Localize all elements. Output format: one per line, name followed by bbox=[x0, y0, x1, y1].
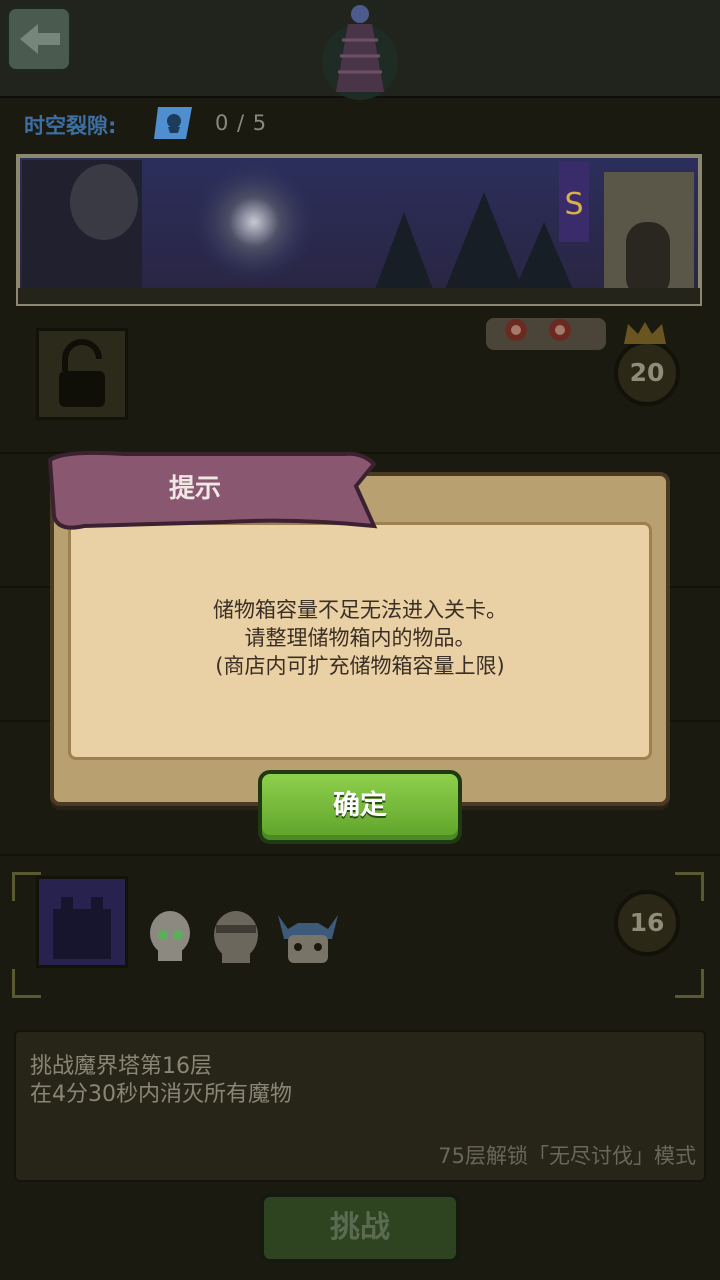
demon-tower-icon bbox=[322, 5, 398, 100]
rift-label: 时空裂隙: bbox=[24, 114, 117, 138]
dialog-message: 储物箱容量不足无法进入关卡。 请整理储物箱内的物品。 (商店内可扩充储物箱容量上… bbox=[68, 596, 652, 680]
level-row[interactable]: 20 bbox=[0, 318, 720, 454]
stage-banner: S bbox=[16, 154, 702, 306]
rift-scroll-icon bbox=[154, 107, 192, 139]
selection-corner bbox=[675, 872, 704, 901]
unlock-note: 75层解锁「无尽讨伐」模式 bbox=[438, 1144, 696, 1168]
selection-corner bbox=[675, 969, 704, 998]
challenge-objective: 在4分30秒内消灭所有魔物 bbox=[30, 1082, 292, 1107]
back-button[interactable] bbox=[6, 6, 72, 72]
target-icon bbox=[486, 318, 606, 350]
horned-orc-icon bbox=[278, 915, 338, 963]
level-row-selected[interactable]: 16 bbox=[0, 856, 720, 1002]
level-thumbnail bbox=[36, 876, 128, 968]
challenge-button[interactable]: 挑战 bbox=[260, 1193, 460, 1263]
skull-icon bbox=[150, 911, 190, 961]
level-badge: 16 bbox=[614, 890, 680, 956]
lock-icon bbox=[59, 339, 105, 407]
monster-icons bbox=[150, 911, 338, 963]
dialog-message-line: 请整理储物箱内的物品。 bbox=[244, 626, 476, 650]
castle-icon bbox=[53, 897, 111, 959]
selection-corner bbox=[12, 969, 41, 998]
arrow-left-icon bbox=[20, 24, 60, 54]
svg-text:S: S bbox=[564, 187, 583, 222]
dialog-message-line: 储物箱容量不足无法进入关卡。 bbox=[213, 598, 507, 622]
armored-skull-icon bbox=[214, 911, 258, 963]
confirm-button[interactable]: 确定 bbox=[258, 770, 462, 844]
level-thumbnail bbox=[36, 328, 128, 420]
level-badge: 20 bbox=[614, 340, 680, 406]
dialog-message-line: (商店内可扩充储物箱容量上限) bbox=[215, 654, 505, 678]
rift-count: 0 / 5 bbox=[215, 111, 268, 135]
crown-icon bbox=[624, 322, 666, 344]
dialog-title: 提示 bbox=[168, 474, 221, 504]
